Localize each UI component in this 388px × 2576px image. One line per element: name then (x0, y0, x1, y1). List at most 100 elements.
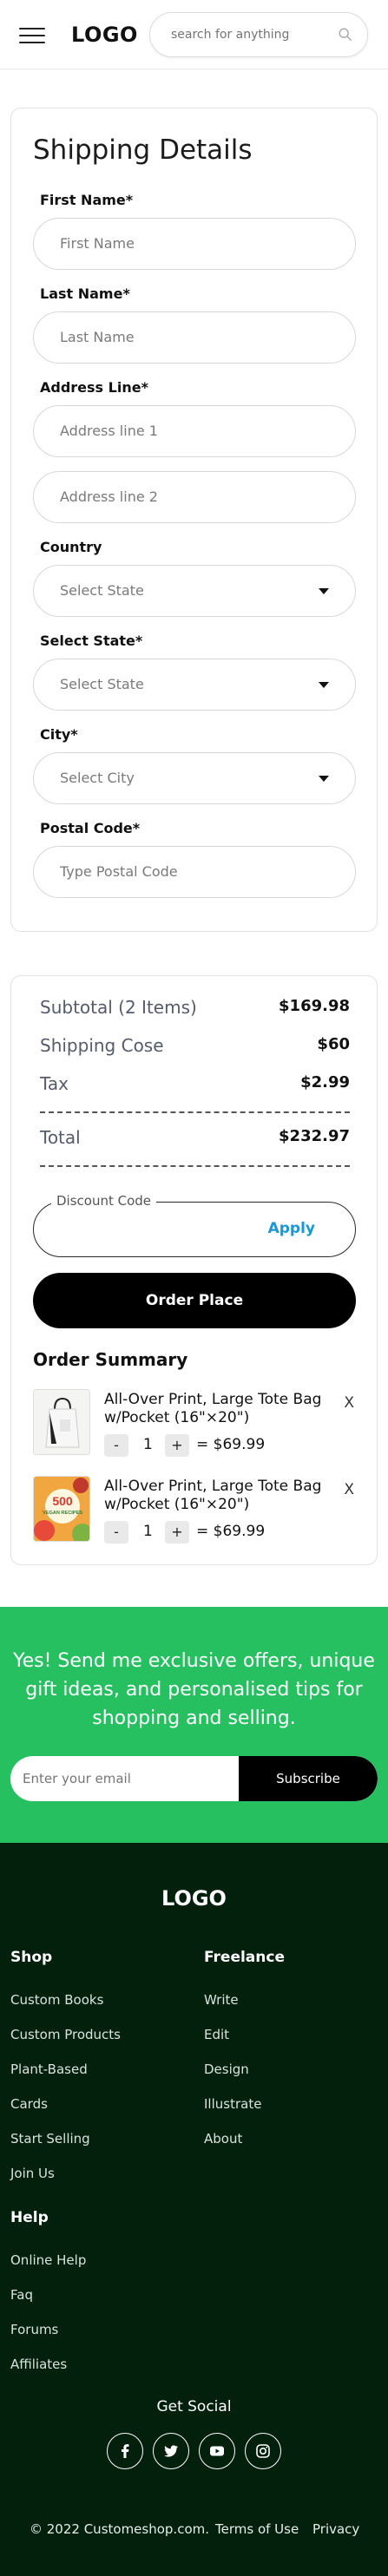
increase-quantity-button[interactable]: + (165, 1434, 189, 1457)
last-name-label: Last Name* (40, 285, 130, 302)
footer-link-join-us[interactable]: Join Us (10, 2166, 55, 2181)
footer-link-plant-based[interactable]: Plant-Based (10, 2061, 88, 2077)
get-social-heading: Get Social (156, 2398, 232, 2415)
state-select[interactable]: Select State (33, 659, 356, 711)
search-icon[interactable] (338, 27, 353, 43)
terms-of-use-link[interactable]: Terms of Use (215, 2521, 299, 2537)
apply-button[interactable]: Apply (268, 1220, 315, 1237)
footer-link-custom-books[interactable]: Custom Books (10, 1992, 103, 2008)
total-row: Total $232.97 (40, 1127, 350, 1151)
city-select[interactable]: Select City (33, 752, 356, 804)
shipping-title: Shipping Details (33, 134, 253, 166)
postal-code-field[interactable]: Type Postal Code (33, 846, 356, 898)
footer-link-cards[interactable]: Cards (10, 2096, 48, 2112)
email-input[interactable] (23, 1768, 222, 1789)
site-footer: LOGO Shop Custom Books Custom Products P… (0, 1843, 388, 2576)
thumb-subtitle: VEGAN RECIPES (43, 1511, 82, 1516)
discount-code-label: Discount Code (51, 1193, 157, 1209)
order-item-name: All-Over Print, Large Tote Bag w/Pocket … (104, 1391, 322, 1426)
first-name-field[interactable]: First Name (33, 218, 356, 270)
divider (40, 1111, 350, 1113)
help-heading: Help (10, 2209, 49, 2226)
instagram-icon[interactable] (245, 2433, 281, 2469)
facebook-icon[interactable] (107, 2433, 143, 2469)
order-place-button[interactable]: Order Place (33, 1273, 356, 1328)
footer-link-write[interactable]: Write (204, 1992, 239, 2008)
twitter-icon[interactable] (153, 2433, 189, 2469)
footer-link-illustrate[interactable]: Illustrate (204, 2096, 261, 2112)
decrease-quantity-button[interactable]: - (104, 1434, 128, 1457)
footer-link-forums[interactable]: Forums (10, 2322, 58, 2337)
footer-logo[interactable]: LOGO (0, 1886, 388, 1911)
total-value: $232.97 (279, 1127, 350, 1145)
footer-link-affiliates[interactable]: Affiliates (10, 2356, 67, 2372)
discount-code-field[interactable]: Discount Code Apply (33, 1193, 356, 1257)
footer-link-custom-products[interactable]: Custom Products (10, 2027, 121, 2042)
copyright-text: © 2022 Customeshop.com. (30, 2521, 209, 2537)
item-price: = $69.99 (196, 1436, 266, 1453)
shipping-cost-label: Shipping Cose (40, 1035, 164, 1056)
newsletter-form: Subscribe (10, 1756, 378, 1801)
item-price: = $69.99 (196, 1523, 266, 1540)
header-logo[interactable]: LOGO (71, 23, 138, 47)
country-select[interactable]: Select State (33, 565, 356, 617)
tax-label: Tax (40, 1073, 69, 1094)
search-bar[interactable] (149, 12, 368, 57)
postal-code-label: Postal Code* (40, 820, 141, 836)
footer-link-design[interactable]: Design (204, 2061, 249, 2077)
address-line-1-field[interactable]: Address line 1 (33, 405, 356, 457)
city-label: City* (40, 726, 78, 743)
chevron-down-icon (319, 588, 329, 594)
newsletter-text: Yes! Send me exclusive offers, unique gi… (13, 1650, 375, 1729)
tax-row: Tax $2.99 (40, 1073, 350, 1098)
tote-bag-thumbnail (33, 1389, 90, 1455)
freelance-heading: Freelance (204, 1949, 285, 1966)
address-line-2-placeholder: Address line 2 (60, 488, 158, 505)
privacy-link[interactable]: Privacy (312, 2521, 359, 2537)
shipping-cost-value: $60 (317, 1035, 350, 1053)
remove-item-button[interactable]: X (344, 1481, 354, 1498)
shop-heading: Shop (10, 1949, 53, 1966)
subtotal-value: $169.98 (279, 997, 350, 1015)
country-label: Country (40, 539, 102, 555)
shipping-cost-row: Shipping Cose $60 (40, 1035, 350, 1059)
hamburger-menu-icon[interactable] (19, 28, 45, 43)
decrease-quantity-button[interactable]: - (104, 1521, 128, 1544)
search-input[interactable] (171, 25, 336, 44)
footer-link-start-selling[interactable]: Start Selling (10, 2131, 90, 2147)
postal-code-placeholder: Type Postal Code (60, 863, 178, 880)
subscribe-button[interactable]: Subscribe (239, 1756, 378, 1801)
quantity-value: 1 (143, 1436, 153, 1453)
footer-link-about[interactable]: About (204, 2131, 242, 2147)
increase-quantity-button[interactable]: + (165, 1521, 189, 1544)
chevron-down-icon (319, 776, 329, 782)
chevron-down-icon (319, 682, 329, 688)
country-select-value: Select State (60, 582, 144, 599)
order-item: 500 VEGAN RECIPES All-Over Print, Large … (33, 1476, 365, 1545)
order-summary-title: Order Summary (33, 1349, 188, 1370)
order-item-name: All-Over Print, Large Tote Bag w/Pocket … (104, 1478, 322, 1513)
footer-link-edit[interactable]: Edit (204, 2027, 229, 2042)
tax-value: $2.99 (300, 1073, 350, 1091)
last-name-field[interactable]: Last Name (33, 311, 356, 364)
thumb-title: 500 (52, 1494, 73, 1508)
subtotal-label: Subtotal (2 Items) (40, 997, 197, 1018)
vegan-book-thumbnail: 500 VEGAN RECIPES (33, 1476, 90, 1542)
state-label: Select State* (40, 633, 143, 649)
remove-item-button[interactable]: X (344, 1394, 354, 1412)
first-name-label: First Name* (40, 192, 134, 208)
address-line-2-field[interactable]: Address line 2 (33, 471, 356, 523)
social-links (107, 2433, 281, 2469)
quantity-value: 1 (143, 1523, 153, 1540)
youtube-icon[interactable] (199, 2433, 235, 2469)
city-select-value: Select City (60, 770, 135, 786)
divider (40, 1165, 350, 1167)
subtotal-row: Subtotal (2 Items) $169.98 (40, 997, 350, 1021)
total-label: Total (40, 1127, 81, 1148)
newsletter-section: Yes! Send me exclusive offers, unique gi… (0, 1607, 388, 1843)
footer-link-online-help[interactable]: Online Help (10, 2252, 86, 2268)
order-totals-card: Subtotal (2 Items) $169.98 Shipping Cose… (10, 975, 378, 1565)
footer-link-faq[interactable]: Faq (10, 2287, 33, 2303)
footer-bottom-bar: © 2022 Customeshop.com. Terms of Use Pri… (0, 2521, 388, 2544)
shipping-details-card: Shipping Details First Name* First Name … (10, 108, 378, 932)
